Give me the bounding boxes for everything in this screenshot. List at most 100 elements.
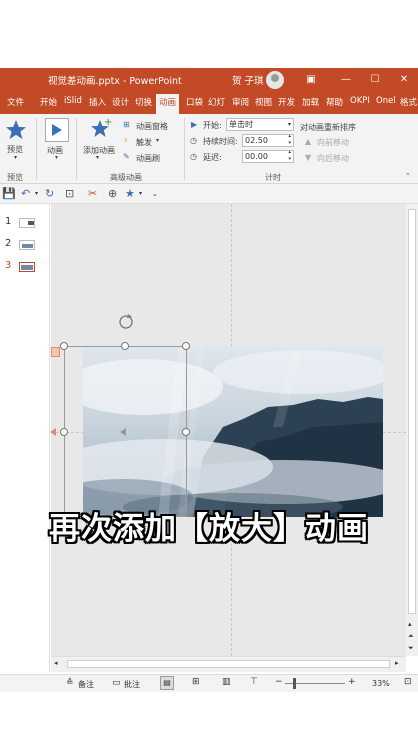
format-painter-icon[interactable]: ✂ (88, 187, 97, 201)
slide-thumbnail-1[interactable] (19, 218, 35, 228)
tab-slideshow[interactable]: 幻灯 (208, 96, 225, 108)
trigger-button[interactable]: 触发 (136, 137, 152, 148)
vertical-scroll-thumb[interactable] (408, 209, 416, 614)
slide-thumbnail-3[interactable] (19, 262, 35, 272)
duration-label: 持续时间: (203, 137, 238, 146)
ribbon: 预览 ▾ 预览 动画 ▾ + 添加动画 ▾ ⊞ 动画窗格 ⚡ 触发 ▾ ✎ 动画… (0, 114, 418, 184)
move-later-button[interactable]: 向后移动 (317, 153, 349, 164)
bottom-blank-area (0, 692, 418, 750)
zoom-slider-thumb[interactable] (293, 678, 296, 689)
animation-painter-icon[interactable]: ✎ (123, 152, 130, 161)
redo-icon[interactable]: ↻ (45, 187, 54, 201)
collapse-ribbon-icon[interactable]: ⌃ (405, 172, 411, 180)
resize-handle[interactable] (121, 342, 129, 350)
move-earlier-button[interactable]: 向前移动 (317, 137, 349, 148)
horizontal-scrollbar[interactable]: ◂ ▸ (51, 656, 406, 672)
start-select[interactable]: 单击时 ▾ (226, 118, 294, 131)
animation-style-icon[interactable] (45, 118, 69, 142)
minimize-icon[interactable]: — (338, 72, 354, 88)
tab-islide[interactable]: iSlid (64, 96, 82, 106)
slide-sorter-icon[interactable]: ⊞ (192, 677, 200, 687)
scroll-left-icon[interactable]: ◂ (54, 659, 58, 667)
resize-handle[interactable] (182, 428, 190, 436)
tab-okpi[interactable]: OKPI (350, 96, 370, 106)
slide-number: 2 (5, 238, 12, 249)
title-bar: 视觉差动画.pptx - PowerPoint 贺 子琪 ▣ — ☐ ✕ (0, 68, 418, 92)
customize-qat-icon[interactable]: ⌄ (152, 187, 158, 201)
duration-input[interactable]: 02.50 ▴ ▾ (242, 133, 294, 147)
animation-pane-icon[interactable]: ⊞ (123, 120, 130, 129)
document-title: 视觉差动画.pptx - PowerPoint (48, 76, 182, 87)
advanced-animation-group-title: 高级动画 (110, 173, 142, 182)
comments-icon[interactable]: ▭ (112, 678, 121, 688)
save-icon[interactable]: 💾 (2, 187, 16, 201)
start-icon: ▶ (191, 120, 198, 129)
tab-review[interactable]: 审阅 (232, 96, 249, 108)
scroll-up-icon[interactable]: ▴ (408, 620, 412, 628)
tab-developer[interactable]: 开发 (278, 96, 295, 108)
tab-pocket[interactable]: 口袋 (186, 96, 203, 108)
tool-icon[interactable]: ⊕ (108, 187, 117, 201)
slideshow-icon[interactable]: ⊡ (65, 187, 74, 201)
zoom-in-icon[interactable]: + (348, 677, 356, 687)
motion-marker-left-icon (50, 428, 56, 436)
animation-pane-button[interactable]: 动画窗格 (136, 121, 168, 132)
delay-spinner-icon[interactable]: ▴ ▾ (288, 149, 291, 163)
slideshow-view-icon[interactable]: ⊤ (250, 677, 258, 687)
close-icon[interactable]: ✕ (396, 72, 412, 88)
resize-handle[interactable] (60, 342, 68, 350)
move-earlier-icon[interactable]: ▲ (305, 137, 311, 146)
tab-addins[interactable]: 加载 (302, 96, 319, 108)
tab-transitions[interactable]: 切换 (135, 96, 152, 108)
zoom-out-icon[interactable]: − (275, 677, 283, 687)
prev-slide-icon[interactable]: ⏶ (408, 632, 414, 641)
star-dropdown-icon[interactable]: ▾ (139, 187, 142, 201)
tab-help[interactable]: 帮助 (326, 96, 343, 108)
comments-button[interactable]: 批注 (124, 679, 140, 690)
tab-view[interactable]: 视图 (255, 96, 272, 108)
horizontal-scroll-thumb[interactable] (67, 660, 390, 668)
ribbon-display-icon[interactable]: ▣ (303, 72, 319, 88)
resize-handle[interactable] (182, 342, 190, 350)
delay-input[interactable]: 00.00 ▴ ▾ (242, 149, 294, 163)
next-slide-icon[interactable]: ⏷ (408, 644, 414, 653)
add-animation-dropdown-icon[interactable]: ▾ (96, 154, 99, 161)
undo-dropdown-icon[interactable]: ▾ (35, 187, 38, 201)
star-icon[interactable]: ★ (125, 187, 135, 201)
duration-spinner-icon[interactable]: ▴ ▾ (288, 133, 291, 147)
trigger-dropdown-icon[interactable]: ▾ (156, 137, 159, 144)
notes-button[interactable]: 备注 (78, 679, 94, 690)
tab-home[interactable]: 开始 (40, 96, 57, 108)
move-later-icon[interactable]: ▼ (305, 153, 311, 162)
animation-painter-button[interactable]: 动画刷 (136, 153, 160, 164)
tab-animations[interactable]: 动画 (156, 94, 180, 114)
start-dropdown-icon[interactable]: ▾ (288, 119, 291, 130)
tab-format[interactable]: 格式 (400, 96, 417, 108)
notes-icon[interactable]: ≙ (66, 678, 74, 688)
tab-design[interactable]: 设计 (112, 96, 129, 108)
fit-to-window-icon[interactable]: ⊡ (404, 677, 412, 687)
resize-handle[interactable] (60, 428, 68, 436)
tab-insert[interactable]: 插入 (89, 96, 106, 108)
undo-icon[interactable]: ↶ (21, 187, 30, 201)
scroll-right-icon[interactable]: ▸ (395, 659, 399, 667)
tab-onenote[interactable]: Onel (376, 96, 396, 106)
tab-file[interactable]: 文件 (7, 96, 24, 108)
preview-star-icon[interactable] (5, 119, 27, 141)
rotate-handle-icon[interactable] (117, 313, 135, 331)
video-caption: 再次添加【放大】动画 (49, 511, 369, 547)
animation-dropdown-icon[interactable]: ▾ (55, 154, 58, 161)
slide-thumbnail-2[interactable] (19, 240, 35, 250)
add-animation-icon[interactable]: + (88, 117, 112, 141)
zoom-level[interactable]: 33% (372, 679, 390, 688)
user-name[interactable]: 贺 子琪 (232, 73, 264, 87)
divider (76, 118, 77, 180)
normal-view-icon[interactable]: ▤ (160, 676, 174, 690)
avatar[interactable] (266, 71, 284, 89)
trigger-icon[interactable]: ⚡ (123, 136, 129, 145)
animation-tag-icon[interactable] (51, 347, 60, 357)
reading-view-icon[interactable]: ▥ (222, 677, 231, 687)
preview-dropdown-icon[interactable]: ▾ (14, 154, 17, 161)
vertical-scrollbar[interactable]: ▴ ⏶ ⏷ (406, 204, 418, 656)
maximize-icon[interactable]: ☐ (367, 72, 383, 88)
